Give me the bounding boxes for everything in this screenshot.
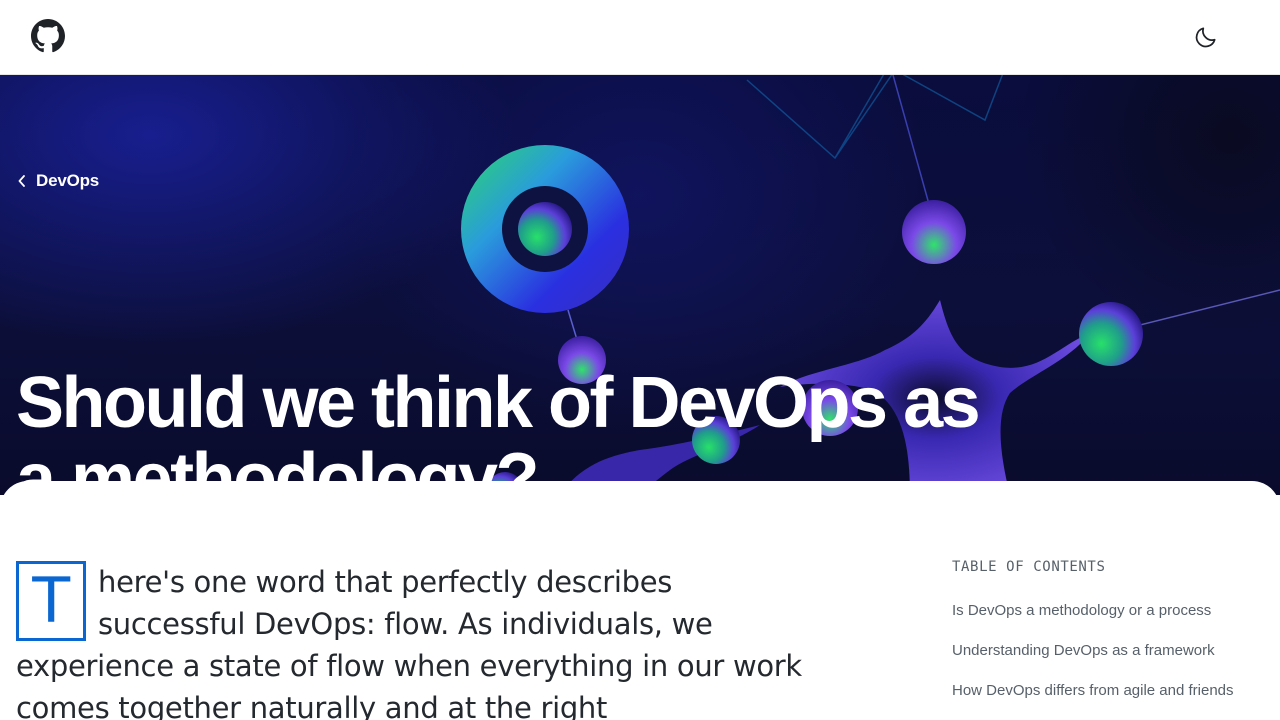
chevron-left-icon bbox=[18, 175, 25, 187]
breadcrumb-label: DevOps bbox=[36, 171, 100, 190]
toc-item: How DevOps differs from agile and friend… bbox=[952, 683, 1262, 720]
github-logo-icon[interactable] bbox=[31, 19, 65, 53]
toc-list: Is DevOps a methodology or a process Und… bbox=[952, 603, 1262, 720]
hero-banner: DevOps Should we think of DevOps as a me… bbox=[0, 75, 1280, 495]
moon-icon[interactable] bbox=[1193, 24, 1219, 50]
drop-cap: T bbox=[16, 561, 86, 641]
lead-text: here's one word that perfectly describes… bbox=[16, 565, 802, 720]
toc-item: Understanding DevOps as a framework bbox=[952, 643, 1262, 683]
article-body: There's one word that perfectly describe… bbox=[16, 561, 826, 720]
toc-item: Is DevOps a methodology or a process bbox=[952, 603, 1262, 643]
page-title: Should we think of DevOps as a methodolo… bbox=[16, 363, 981, 495]
toc-link-methodology-or-process[interactable]: Is DevOps a methodology or a process bbox=[952, 603, 1262, 643]
breadcrumb-devops-link[interactable]: DevOps bbox=[18, 171, 99, 191]
table-of-contents: TABLE OF CONTENTS Is DevOps a methodolog… bbox=[952, 559, 1262, 720]
content-card: There's one word that perfectly describe… bbox=[0, 481, 1280, 720]
toc-link-agile-and-friends[interactable]: How DevOps differs from agile and friend… bbox=[952, 683, 1262, 720]
lead-paragraph: There's one word that perfectly describe… bbox=[16, 561, 826, 720]
toc-link-framework[interactable]: Understanding DevOps as a framework bbox=[952, 643, 1262, 683]
site-header bbox=[0, 0, 1280, 75]
toc-heading: TABLE OF CONTENTS bbox=[952, 559, 1106, 575]
